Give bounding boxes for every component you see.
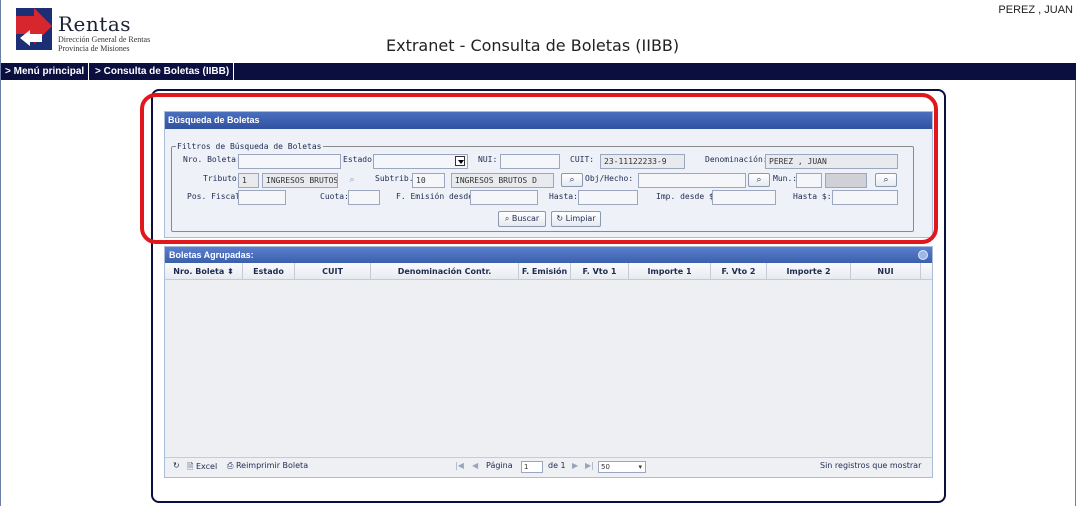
estado-label: Estado: <box>343 155 377 164</box>
excel-label: Excel <box>195 462 218 471</box>
breadcrumb: > Menú principal > Consulta de Boletas (… <box>1 63 1076 80</box>
buscar-label: Buscar <box>511 214 540 223</box>
imp-desde-label: Imp. desde $: <box>656 192 719 201</box>
print-icon: ⎙ <box>227 461 234 470</box>
logo-subtitle-1: Dirección General de Rentas <box>58 35 151 44</box>
page-size-chevron-icon: ▾ <box>638 463 642 471</box>
logo-subtitle-2: Provincia de Misiones <box>58 44 130 53</box>
f-emision-desde-label: F. Emisión desde: <box>396 192 478 201</box>
refresh-icon: ↻ <box>556 214 564 223</box>
hasta-fecha-label: Hasta: <box>549 192 578 201</box>
page-size-select[interactable]: 50 ▾ <box>598 461 646 473</box>
tributo-code-input[interactable]: 1 <box>238 173 259 188</box>
pos-fiscal-label: Pos. Fiscal: <box>187 192 245 201</box>
grid-footer: ↻ 🗎 Excel ⎙ Reimprimir Boleta |◀ ◀ Págin… <box>165 457 932 477</box>
prev-page-icon[interactable]: ◀ <box>472 461 478 470</box>
grid-header-row: Nro. Boleta ⬍ Estado CUIT Denominación C… <box>165 263 932 280</box>
refresh-grid-icon[interactable]: ↻ <box>173 461 180 470</box>
obj-hecho-search-icon[interactable]: ⌕ <box>748 173 770 187</box>
nav-consulta-boletas[interactable]: > Consulta de Boletas (IIBB) <box>91 63 235 80</box>
obj-hecho-label: Obj/Hecho: <box>585 174 634 183</box>
tributo-search-icon[interactable]: ⌕ <box>341 173 363 187</box>
tributo-desc-input: INGRESOS BRUTOS <box>262 173 338 188</box>
search-panel-title: Búsqueda de Boletas <box>165 112 932 129</box>
mun-label: Mun.: <box>773 174 798 183</box>
hasta-importe-label: Hasta $: <box>793 192 832 201</box>
subtrib-desc-input: INGRESOS BRUTOS D <box>451 173 554 188</box>
header: Rentas Dirección General de Rentas Provi… <box>1 0 1076 63</box>
imp-desde-input[interactable] <box>712 190 776 205</box>
limpiar-label: Limpiar <box>565 214 596 223</box>
hasta-fecha-input[interactable] <box>578 190 638 205</box>
buscar-button[interactable]: ⌕ Buscar <box>498 211 546 227</box>
estado-dropdown-chevron-icon[interactable] <box>455 156 465 166</box>
collapse-icon[interactable] <box>918 250 928 260</box>
excel-button[interactable]: 🗎 Excel <box>187 461 217 475</box>
search-icon: ⌕ <box>504 214 510 223</box>
last-page-icon[interactable]: ▶| <box>585 461 594 470</box>
sort-icon: ⬍ <box>227 267 234 276</box>
nro-boleta-input[interactable] <box>238 154 341 169</box>
col-importe2[interactable]: Importe 2 <box>767 263 851 280</box>
col-nro-boleta[interactable]: Nro. Boleta ⬍ <box>165 263 243 280</box>
hasta-importe-input[interactable] <box>832 190 898 205</box>
subtrib-code-input[interactable]: 10 <box>412 173 445 188</box>
cuota-label: Cuota: <box>320 192 349 201</box>
boletas-grid: Boletas Agrupadas: Nro. Boleta ⬍ Estado … <box>164 246 933 478</box>
app-window: Rentas Dirección General de Rentas Provi… <box>0 0 1076 506</box>
page-title: Extranet - Consulta de Boletas (IIBB) <box>386 36 680 55</box>
cuit-label: CUIT: <box>570 155 595 164</box>
mun-search-icon[interactable]: ⌕ <box>875 173 897 187</box>
col-cuit[interactable]: CUIT <box>295 263 371 280</box>
denominacion-input[interactable]: PEREZ , JUAN <box>765 154 898 169</box>
col-estado[interactable]: Estado <box>243 263 295 280</box>
col-f-vto1[interactable]: F. Vto 1 <box>571 263 629 280</box>
estado-select[interactable] <box>373 154 468 169</box>
search-panel: Búsqueda de Boletas Filtros de Búsqueda … <box>164 111 933 238</box>
first-page-icon[interactable]: |◀ <box>455 461 464 470</box>
grid-body <box>165 280 932 456</box>
page-input[interactable]: 1 <box>521 461 543 473</box>
limpiar-button[interactable]: ↻ Limpiar <box>551 211 601 227</box>
mun-desc-input <box>825 173 867 188</box>
mun-code-input[interactable] <box>796 173 822 188</box>
col-importe1[interactable]: Importe 1 <box>629 263 711 280</box>
cuota-input[interactable] <box>348 190 380 205</box>
nro-boleta-label: Nro. Boleta: <box>183 155 241 164</box>
grid-title: Boletas Agrupadas: <box>165 247 932 263</box>
col-f-emision[interactable]: F. Emisión <box>519 263 571 280</box>
logo-title: Rentas <box>58 12 131 36</box>
subtrib-search-icon[interactable]: ⌕ <box>561 173 583 187</box>
next-page-icon[interactable]: ▶ <box>572 461 578 470</box>
search-filters-legend: Filtros de Búsqueda de Boletas <box>177 142 322 151</box>
nav-menu-principal[interactable]: > Menú principal <box>1 63 90 80</box>
rentas-logo-icon <box>16 8 52 50</box>
reprint-label: Reimprimir Boleta <box>235 461 309 470</box>
empty-message: Sin registros que mostrar <box>820 461 922 470</box>
nui-input[interactable] <box>500 154 560 169</box>
cuit-input[interactable]: 23-11122233-9 <box>600 154 685 169</box>
pos-fiscal-input[interactable] <box>238 190 286 205</box>
col-nro-boleta-label: Nro. Boleta <box>173 267 225 276</box>
rentas-logo: Rentas Dirección General de Rentas Provi… <box>16 8 166 56</box>
col-nui[interactable]: NUI <box>851 263 921 280</box>
col-denominacion[interactable]: Denominación Contr. <box>371 263 519 280</box>
nui-label: NUI: <box>478 155 498 164</box>
obj-hecho-input[interactable] <box>638 173 746 188</box>
grid-title-label: Boletas Agrupadas: <box>169 250 254 260</box>
user-name: PEREZ , JUAN <box>998 4 1073 16</box>
f-emision-desde-input[interactable] <box>470 190 538 205</box>
excel-icon: 🗎 <box>187 462 194 471</box>
page-size-value: 50 <box>601 463 610 471</box>
denominacion-label: Denominación: <box>705 155 768 164</box>
col-f-vto2[interactable]: F. Vto 2 <box>711 263 767 280</box>
reprint-button[interactable]: ⎙ Reimprimir Boleta <box>227 461 308 471</box>
page-count-label: de 1 <box>548 461 566 470</box>
tributo-label: Tributo: <box>203 174 242 183</box>
page-label: Página <box>486 461 513 470</box>
